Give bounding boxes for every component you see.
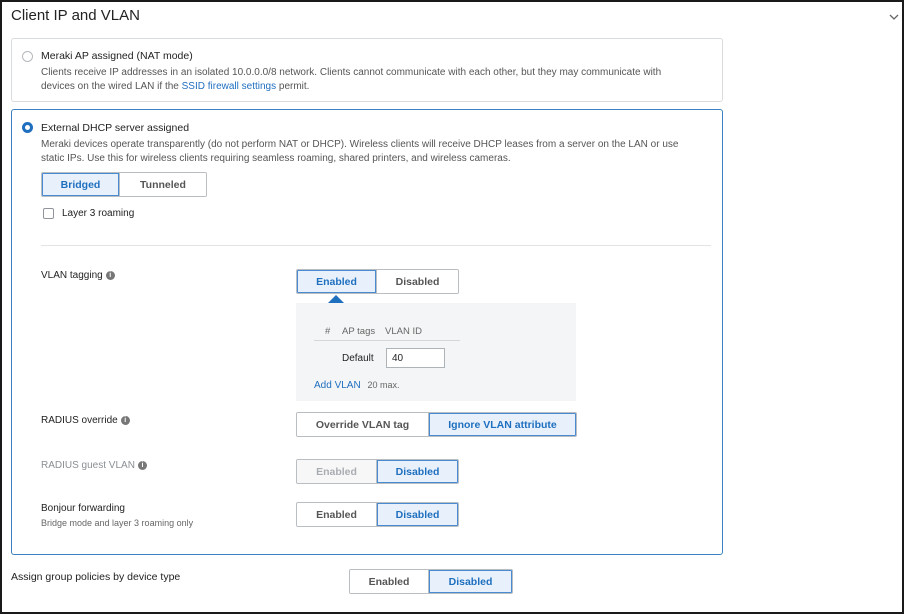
bonjour-forwarding-toggle: Enabled Disabled [296,502,459,527]
vlan-id-input[interactable] [386,348,445,368]
info-icon[interactable]: i [120,416,130,425]
radius-guest-vlan-label: RADIUS guest VLAN [41,460,135,471]
vlan-col-vlan-id: VLAN ID [385,326,422,337]
bonjour-disabled[interactable]: Disabled [377,503,458,526]
nat-mode-radio[interactable] [22,51,33,62]
nat-mode-desc-pre: devices on the wired LAN if the [41,81,182,92]
bonjour-forwarding-sublabel: Bridge mode and layer 3 roaming only [41,518,194,528]
vlan-tagging-toggle: Enabled Disabled [296,269,459,294]
radius-override-toggle: Override VLAN tag Ignore VLAN attribute [296,412,577,437]
ignore-vlan-attribute-option[interactable]: Ignore VLAN attribute [429,413,576,436]
radius-guest-vlan-toggle: Enabled Disabled [296,459,459,484]
vlan-col-ap-tags: AP tags [342,326,376,337]
nat-mode-desc-line1: Clients receive IP addresses in an isola… [41,67,662,78]
external-dhcp-desc-line1: Meraki devices operate transparently (do… [41,139,679,150]
add-vlan-link[interactable]: Add VLAN [314,380,361,391]
nat-mode-description: Clients receive IP addresses in an isola… [41,66,721,94]
vlan-tagging-label-row: VLAN tagging i [41,270,115,281]
add-vlan-row: Add VLAN 20 max. [314,380,400,391]
vlan-tagging-disabled[interactable]: Disabled [377,270,458,293]
vlan-tagging-label: VLAN tagging [41,270,103,281]
radius-guest-vlan-enabled[interactable]: Enabled [297,460,377,483]
section-title: Client IP and VLAN [11,7,140,24]
section-divider [41,245,711,246]
vlan-tagging-enabled[interactable]: Enabled [297,270,377,293]
radius-guest-vlan-label-row: RADIUS guest VLAN i [41,460,147,471]
info-icon[interactable]: i [105,271,115,280]
nat-mode-label: Meraki AP assigned (NAT mode) [41,50,193,62]
selection-pointer [328,295,344,303]
nat-mode-desc-line2: devices on the wired LAN if the SSID fir… [41,80,721,94]
bridged-option[interactable]: Bridged [42,173,120,196]
vlan-max-note: 20 max. [367,380,400,390]
vlan-col-number: # [325,326,331,337]
vlan-table-panel: # AP tags VLAN ID Default Add VLAN 20 ma… [296,303,576,401]
layer3-roaming-checkbox[interactable] [43,208,54,219]
external-dhcp-label: External DHCP server assigned [41,122,190,134]
group-policies-toggle: Enabled Disabled [349,569,513,594]
ssid-firewall-link[interactable]: SSID firewall settings [182,81,276,92]
group-policies-disabled[interactable]: Disabled [429,570,512,593]
override-vlan-tag-option[interactable]: Override VLAN tag [297,413,429,436]
layer3-roaming-label: Layer 3 roaming [62,208,135,219]
bonjour-forwarding-label: Bonjour forwarding [41,503,125,514]
group-policies-enabled[interactable]: Enabled [350,570,429,593]
external-dhcp-card[interactable]: External DHCP server assigned Meraki dev… [11,109,723,555]
bonjour-enabled[interactable]: Enabled [297,503,377,526]
radius-override-label: RADIUS override [41,415,118,426]
tunneled-option[interactable]: Tunneled [120,173,206,196]
bridged-tunneled-toggle: Bridged Tunneled [41,172,207,197]
radius-override-label-row: RADIUS override i [41,415,130,426]
nat-mode-card[interactable]: Meraki AP assigned (NAT mode) Clients re… [11,38,723,102]
external-dhcp-desc-line2: static IPs. Use this for wireless client… [41,153,511,164]
info-icon[interactable]: i [137,461,147,470]
vlan-table-header-divider [314,340,460,341]
external-dhcp-radio[interactable] [22,122,33,133]
vlan-row-default-label: Default [342,353,374,364]
radius-guest-vlan-disabled[interactable]: Disabled [377,460,458,483]
group-policies-label: Assign group policies by device type [11,571,181,583]
chevron-down-icon[interactable] [889,12,899,22]
external-dhcp-description: Meraki devices operate transparently (do… [41,138,721,166]
nat-mode-desc-post: permit. [276,81,310,92]
